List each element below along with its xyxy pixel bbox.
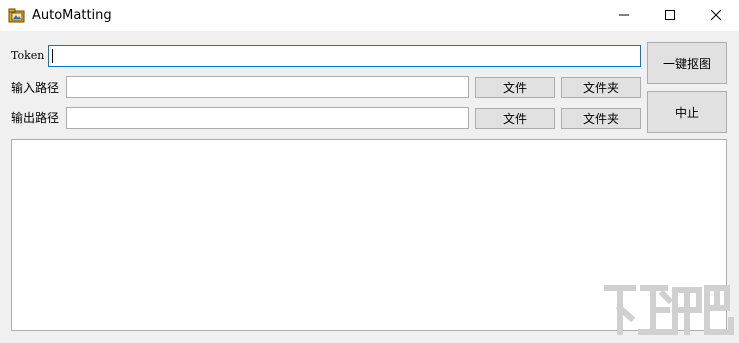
app-window: AutoMatting Token 输入路径 文件 文件夹 输出路径 文件 文件…	[0, 0, 739, 343]
input-folder-button[interactable]: 文件夹	[561, 77, 641, 98]
title-bar[interactable]: AutoMatting	[0, 0, 739, 31]
folder-image-icon	[8, 7, 25, 24]
maximize-button[interactable]	[647, 0, 693, 31]
minimize-icon	[619, 9, 629, 23]
input-path-label: 输入路径	[11, 81, 60, 95]
close-button[interactable]	[693, 0, 739, 31]
window-title: AutoMatting	[32, 8, 112, 23]
one-click-matting-button[interactable]: 一键抠图	[647, 42, 727, 84]
input-file-button[interactable]: 文件	[475, 77, 555, 98]
token-input[interactable]	[48, 45, 641, 67]
token-label: Token	[11, 49, 45, 62]
close-icon	[710, 9, 722, 23]
output-path-label: 输出路径	[11, 111, 60, 125]
stop-button[interactable]: 中止	[647, 91, 727, 133]
text-caret	[52, 49, 53, 63]
output-folder-button[interactable]: 文件夹	[561, 108, 641, 129]
output-file-button[interactable]: 文件	[475, 108, 555, 129]
input-path-field[interactable]	[66, 76, 469, 98]
download-site-watermark-logo	[604, 285, 734, 335]
output-path-field[interactable]	[66, 107, 469, 129]
maximize-icon	[665, 9, 675, 23]
minimize-button[interactable]	[601, 0, 647, 31]
